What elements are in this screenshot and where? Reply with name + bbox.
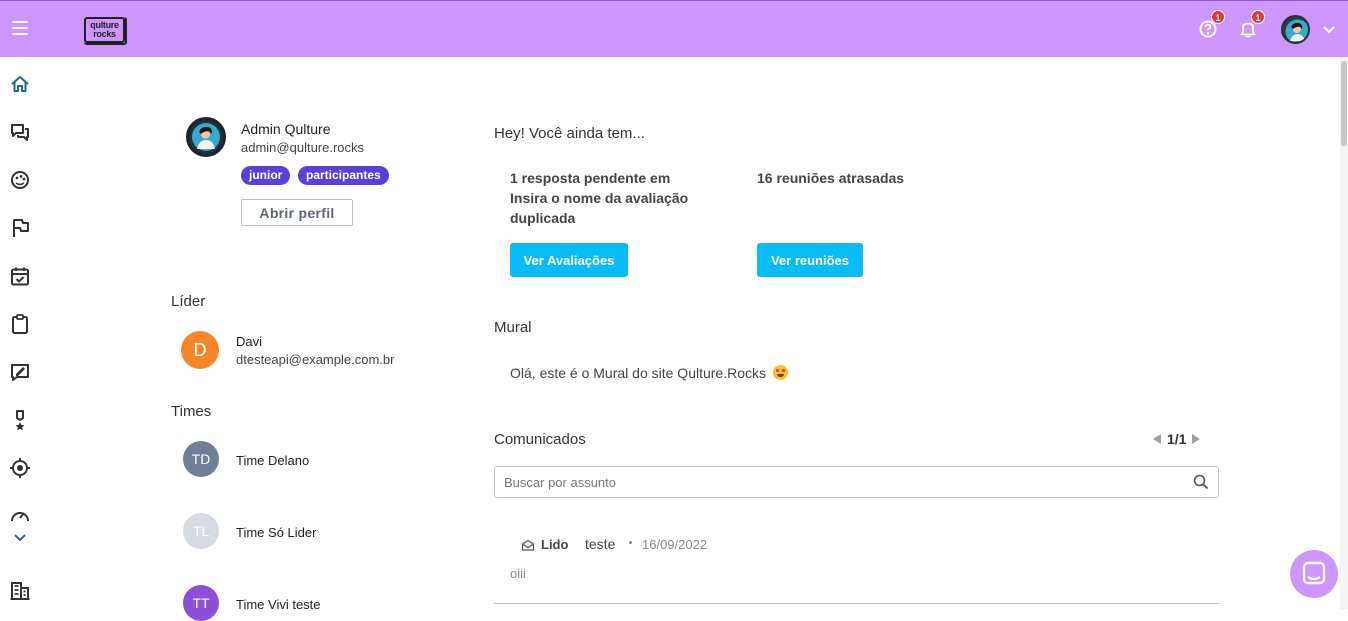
help-icon[interactable]: 1: [1198, 10, 1225, 39]
chat-icon[interactable]: [9, 121, 31, 143]
user-avatar[interactable]: [1281, 15, 1310, 44]
chat-bubble-icon: [1302, 561, 1326, 585]
top-bar: qulture rocks 1 1: [0, 0, 1348, 57]
pending-reviews-line: duplicada: [510, 210, 576, 226]
profile-email: admin@qulture.rocks: [241, 140, 365, 155]
building-icon[interactable]: [9, 579, 31, 601]
leader-name: Davi: [236, 334, 263, 349]
pagination: 1/1: [1153, 431, 1201, 447]
menu-icon[interactable]: [12, 21, 28, 35]
comunicado-body: oiii: [510, 566, 526, 581]
calendar-check-icon[interactable]: [9, 265, 31, 287]
pending-title: Hey! Você ainda tem...: [494, 125, 645, 142]
pending-meetings-text: 16 reuniões atrasadas: [757, 170, 905, 186]
comunicado-subject: teste: [585, 536, 616, 552]
leader-email: dtesteapi@example.com.br: [236, 352, 395, 367]
award-icon[interactable]: [9, 409, 31, 431]
read-status-label: Lido: [541, 537, 569, 552]
read-status: Lido: [521, 537, 568, 552]
help-badge: 1: [1211, 10, 1225, 24]
search-icon[interactable]: [1193, 474, 1209, 490]
team-name: Time Vivi teste: [236, 597, 321, 612]
leader-section-title: Líder: [171, 293, 206, 310]
comunicados-title: Comunicados: [494, 431, 586, 448]
sidebar: [0, 57, 40, 609]
team-avatar: TT: [183, 585, 219, 621]
comunicado-date: 16/09/2022: [642, 537, 708, 552]
comunicado-item[interactable]: Lido teste 16/09/2022 oiii: [494, 520, 1219, 604]
target-icon[interactable]: [9, 457, 31, 479]
feedback-icon[interactable]: [9, 361, 31, 383]
mural-title: Mural: [494, 319, 532, 336]
leader-avatar: D: [181, 331, 219, 369]
mural-message: Olá, este é o Mural do site Qulture.Rock…: [510, 365, 788, 381]
team-name: Time Delano: [236, 453, 310, 468]
pending-reviews-line: Insira o nome da avaliação: [510, 190, 689, 206]
tag-junior: junior: [241, 166, 291, 185]
open-profile-button[interactable]: Abrir perfil: [241, 199, 353, 226]
envelope-open-icon: [521, 539, 535, 551]
search-input[interactable]: [495, 467, 1185, 497]
scrollbar-thumb[interactable]: [1341, 61, 1347, 146]
bell-icon[interactable]: 1: [1238, 10, 1265, 39]
home-icon[interactable]: [9, 73, 31, 95]
clipboard-icon[interactable]: [9, 313, 31, 335]
profile-name: Admin Qulture: [241, 121, 331, 137]
team-avatar: TD: [183, 441, 219, 477]
notification-badge: 1: [1251, 10, 1265, 24]
speedometer-icon[interactable]: [9, 505, 31, 527]
chat-widget-button[interactable]: [1290, 550, 1338, 598]
qulture-rocks-logo[interactable]: qulture rocks: [84, 17, 127, 45]
next-page-icon[interactable]: [1192, 434, 1201, 444]
separator-dot: [629, 541, 632, 544]
page-indicator: 1/1: [1167, 431, 1187, 447]
chevron-down-icon[interactable]: [1322, 22, 1336, 36]
heart-eyes-emoji-icon: [772, 365, 788, 380]
pending-reviews-line: 1 resposta pendente em: [510, 170, 671, 186]
page-scrollbar[interactable]: [1340, 57, 1348, 609]
view-meetings-button[interactable]: Ver reuniões: [757, 243, 863, 277]
teams-section-title: Times: [171, 403, 212, 420]
team-avatar: TL: [183, 513, 219, 549]
logo-text-line1: qulture: [90, 20, 119, 30]
mural-message-text: Olá, este é o Mural do site Qulture.Rock…: [510, 365, 766, 381]
sidebar-scroll-down-icon[interactable]: [13, 530, 27, 542]
logo-text-line2: rocks: [93, 29, 116, 39]
prev-page-icon[interactable]: [1153, 434, 1161, 444]
team-name: Time Só Lider: [236, 525, 317, 540]
profile-avatar: [186, 117, 226, 157]
search-field[interactable]: [494, 466, 1219, 498]
tag-participantes: participantes: [298, 166, 389, 185]
palette-icon[interactable]: [9, 169, 31, 191]
pending-reviews-text: 1 resposta pendente em Insira o nome da …: [510, 168, 730, 228]
flag-icon[interactable]: [9, 217, 31, 239]
view-reviews-button[interactable]: Ver Avaliações: [510, 243, 628, 277]
